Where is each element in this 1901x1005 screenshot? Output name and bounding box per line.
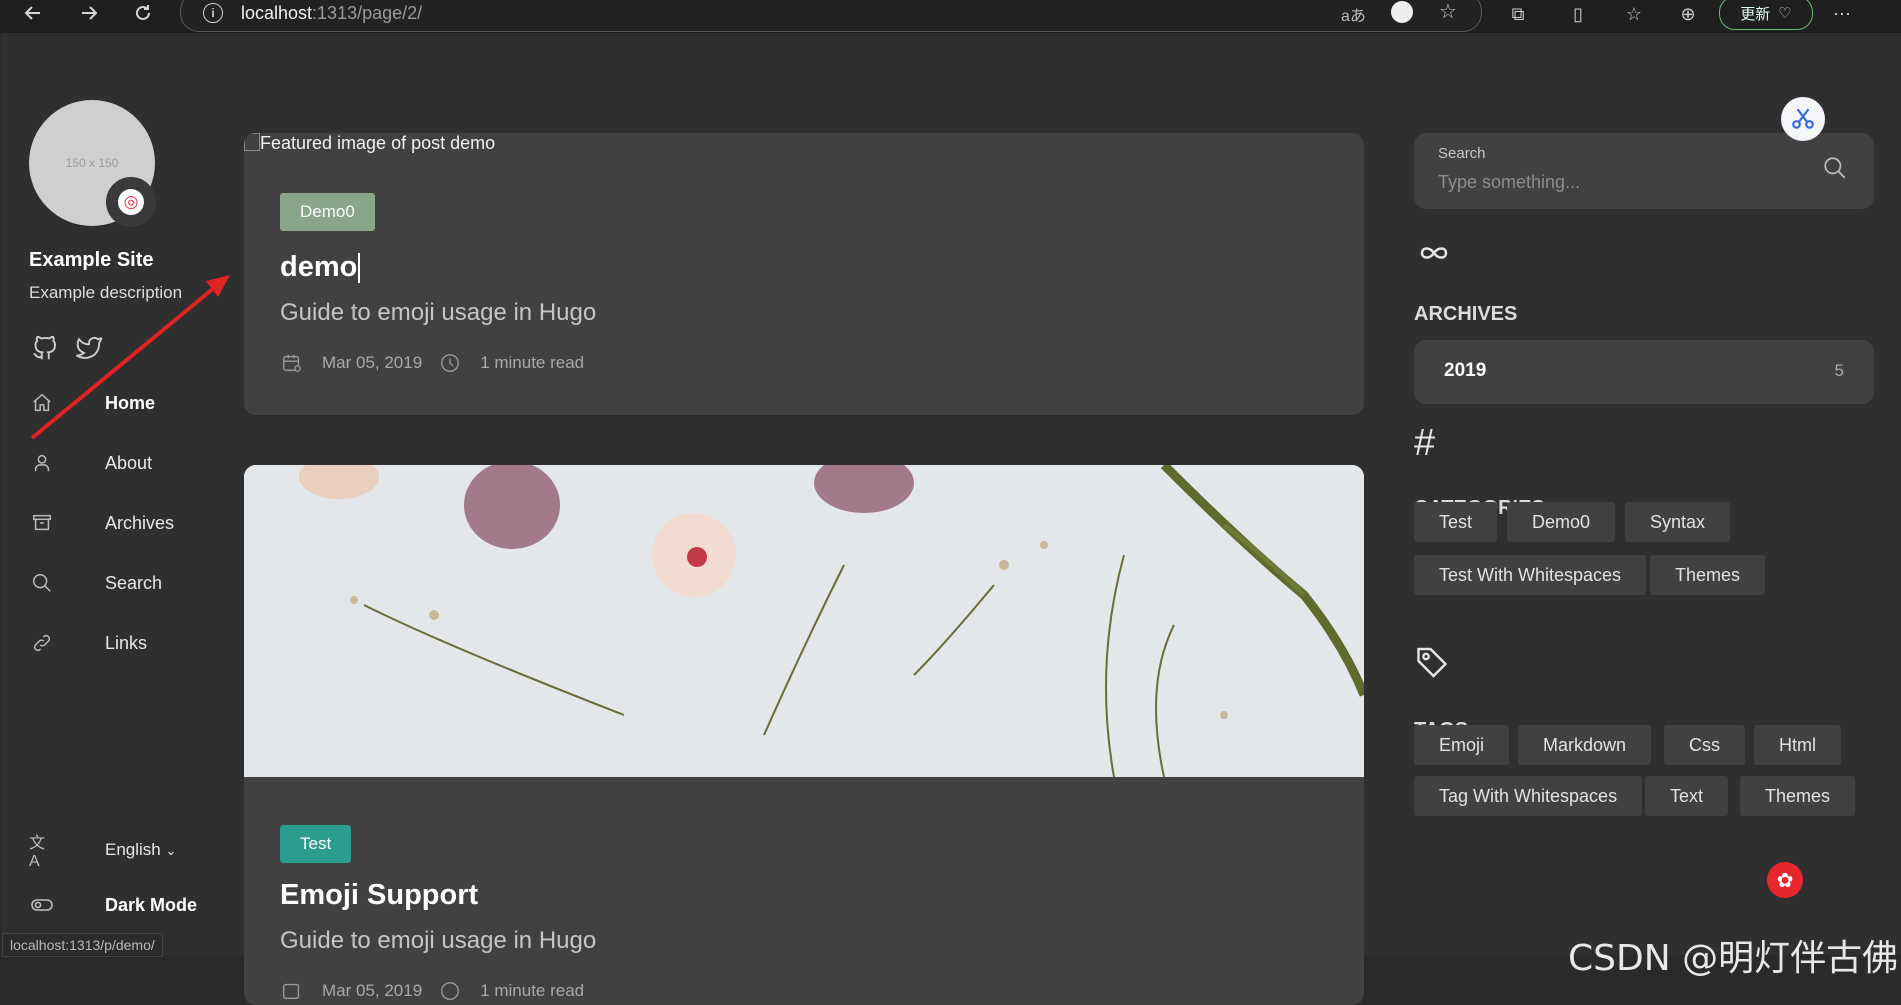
- calendar-icon: [280, 979, 304, 1003]
- heart-icon: ♡: [1778, 5, 1792, 22]
- hashtag-icon: #: [1414, 422, 1436, 464]
- category-chip[interactable]: Test: [1414, 502, 1498, 542]
- collections-icon[interactable]: ⊕: [1676, 2, 1700, 26]
- category-badge[interactable]: Demo0: [280, 193, 375, 231]
- floating-helper-button[interactable]: ✿: [1767, 862, 1803, 898]
- forward-icon[interactable]: [74, 0, 104, 26]
- url-path: :1313/page/2/: [312, 3, 423, 23]
- screenshot-scissor-button[interactable]: [1781, 97, 1825, 141]
- post-card-demo[interactable]: Featured image of post demo Demo0 demo G…: [244, 133, 1364, 415]
- tag-chip[interactable]: Themes: [1740, 776, 1856, 816]
- menu-item-archives[interactable]: Archives: [29, 503, 229, 543]
- post-read-time: 1 minute read: [480, 353, 585, 372]
- watermark: CSDN @明灯伴古佛: [1568, 938, 1899, 979]
- post-meta: Mar 05, 2019 1 minute read: [280, 979, 584, 1003]
- clock-icon: [438, 979, 462, 1003]
- read-aloud-icon[interactable]: aあ: [1341, 2, 1366, 26]
- post-read-time: 1 minute read: [480, 981, 585, 1000]
- menu-label-links: Links: [105, 632, 148, 653]
- category-badge[interactable]: Test: [280, 825, 352, 863]
- post-subtitle: Guide to emoji usage in Hugo: [280, 927, 597, 954]
- split-screen-icon[interactable]: ▯: [1566, 2, 1590, 26]
- featured-image-broken[interactable]: Featured image of post demo: [244, 133, 495, 154]
- extensions-icon[interactable]: ⧉: [1506, 2, 1530, 26]
- infinity-icon: [1414, 233, 1454, 273]
- browser-toolbar: i localhost:1313/page/2/ aあ ☆ ⧉ ▯ ☆ ⊕ 更新…: [0, 0, 1901, 33]
- tag-chip[interactable]: Markdown: [1518, 725, 1652, 765]
- menu-item-links[interactable]: Links: [29, 623, 229, 663]
- language-label: English ⌄: [105, 840, 176, 860]
- more-menu-icon[interactable]: ⋯: [1828, 2, 1856, 26]
- chevron-down-icon: ⌄: [165, 843, 177, 858]
- language-icon: 文A: [29, 835, 46, 870]
- tag-chip[interactable]: Emoji: [1414, 725, 1510, 765]
- featured-image-alt: Featured image of post demo: [260, 133, 496, 153]
- archive-count: 5: [1834, 361, 1844, 380]
- page-content: 150 x 150 ◎ Example Site Example descrip…: [2, 33, 1901, 1005]
- category-chip[interactable]: Test With Whitespaces: [1414, 555, 1647, 595]
- update-button[interactable]: 更新 ♡: [1719, 0, 1813, 30]
- info-icon[interactable]: i: [203, 3, 223, 23]
- calendar-icon: [280, 351, 304, 375]
- menu-label-search: Search: [105, 572, 163, 593]
- category-chip[interactable]: Themes: [1650, 555, 1766, 595]
- dark-mode-toggle[interactable]: Dark Mode: [29, 885, 229, 925]
- menu-label-archives: Archives: [105, 512, 175, 533]
- status-bar-url: localhost:1313/p/demo/: [2, 933, 163, 957]
- update-label: 更新: [1740, 5, 1771, 23]
- post-title-text: demo: [280, 251, 358, 283]
- text-cursor: [358, 253, 361, 284]
- tag-chip[interactable]: Text: [1645, 776, 1729, 816]
- archive-year-row[interactable]: 2019 5: [1414, 340, 1874, 404]
- scissors-icon: [1792, 108, 1814, 129]
- category-chip[interactable]: Syntax: [1625, 502, 1731, 542]
- archive-year: 2019: [1444, 360, 1487, 381]
- menu-item-search[interactable]: Search: [29, 563, 229, 603]
- search-widget[interactable]: Search: [1414, 133, 1874, 209]
- toggle-icon: [29, 892, 55, 918]
- clock-icon: [438, 351, 462, 375]
- edge-extension-icon[interactable]: [1391, 1, 1413, 23]
- search-icon: [29, 570, 55, 596]
- dark-mode-label: Dark Mode: [105, 894, 198, 915]
- featured-image[interactable]: [244, 465, 1364, 778]
- link-icon: [29, 630, 55, 656]
- user-icon: [29, 450, 55, 476]
- url-text[interactable]: localhost:1313/page/2/: [241, 3, 422, 24]
- url-host: localhost: [241, 3, 313, 23]
- post-date: Mar 05, 2019: [322, 353, 423, 372]
- search-input[interactable]: [1438, 169, 1818, 195]
- post-title[interactable]: Emoji Support: [280, 879, 478, 912]
- language-selector[interactable]: 文A English ⌄: [29, 830, 229, 870]
- search-icon[interactable]: [1822, 155, 1852, 185]
- post-date: Mar 05, 2019: [322, 981, 423, 1000]
- archives-title: ARCHIVES: [1414, 303, 1518, 325]
- annotation-arrow: [30, 275, 230, 440]
- menu-label-about: About: [105, 452, 153, 473]
- post-meta: Mar 05, 2019 1 minute read: [280, 351, 584, 375]
- back-icon[interactable]: [18, 0, 48, 26]
- post-card-emoji-support[interactable]: Test Emoji Support Guide to emoji usage …: [244, 465, 1364, 1005]
- refresh-icon[interactable]: [128, 0, 158, 26]
- category-chip[interactable]: Demo0: [1507, 502, 1616, 542]
- flower-icon: ✿: [1776, 869, 1794, 892]
- tag-icon: [1414, 643, 1454, 683]
- tag-chip[interactable]: Html: [1754, 725, 1841, 765]
- address-bar[interactable]: i localhost:1313/page/2/ aあ ☆: [180, 0, 1482, 32]
- post-subtitle: Guide to emoji usage in Hugo: [280, 299, 597, 326]
- tag-chip[interactable]: Css: [1664, 725, 1745, 765]
- search-label: Search: [1438, 145, 1486, 162]
- post-title[interactable]: demo: [280, 251, 361, 284]
- tag-chip[interactable]: Tag With Whitespaces: [1414, 776, 1643, 816]
- favorites-icon[interactable]: ☆: [1622, 2, 1646, 26]
- language-value: English: [105, 840, 161, 859]
- archive-icon: [29, 510, 55, 536]
- favorite-star-icon[interactable]: ☆: [1439, 0, 1457, 24]
